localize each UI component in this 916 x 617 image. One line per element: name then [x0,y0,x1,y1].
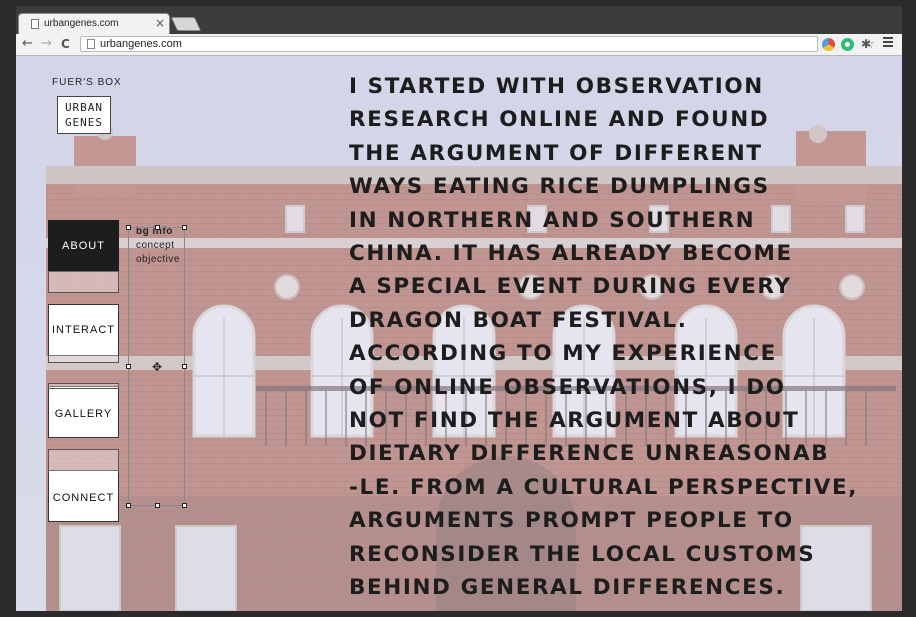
extension-green-icon[interactable] [841,38,854,51]
page-icon [31,19,39,29]
statement-line: WAYS EATING RICE DUMPLINGS [349,174,770,200]
url-text: urbangenes.com [100,38,182,50]
nav-item-label: ABOUT [62,240,105,252]
nav-item-interact[interactable]: INTERACT [48,304,119,363]
browser-toolbar: ← → C urbangenes.com ☆ ✱ [16,34,902,56]
back-arrow-icon[interactable]: ← [22,36,33,52]
menu-hamburger-icon[interactable] [883,37,893,49]
site-caption: FUER'S BOX [52,77,122,88]
statement-line: BEHIND GENERAL DIFFERENCES. [349,575,786,601]
nav-item-gallery[interactable]: GALLERY [48,383,119,438]
statement-line: A SPECIAL EVENT DURING EVERY [349,274,792,300]
resize-handle[interactable] [126,503,131,508]
move-cursor-icon: ✥ [152,360,163,374]
logo-line-1: URBAN [64,101,104,114]
logo-line-2: GENES [64,116,104,129]
page-viewport: FUER'S BOX URBAN GENES ABOUT INTERACT GA… [16,56,902,611]
resize-handle[interactable] [155,503,160,508]
tab-title: urbangenes.com [44,18,119,29]
statement-line: RECONSIDER THE LOCAL CUSTOMS [349,541,816,567]
statement-line: I STARTED WITH OBSERVATION [349,74,764,99]
statement-line: IN NORTHERN AND SOUTHERN [349,207,756,233]
new-tab-button[interactable] [170,17,202,31]
nav-item-label: CONNECT [52,492,115,504]
statement-line: THE ARGUMENT OF DIFFERENT [349,140,763,166]
resize-handle[interactable] [126,225,131,230]
nav-item-connect[interactable]: CONNECT [48,449,119,522]
page-icon [87,39,95,49]
resize-handle[interactable] [182,503,187,508]
address-bar[interactable]: urbangenes.com ☆ [80,36,875,52]
statement-line: DIETARY DIFFERENCE UNREASONAB [349,441,830,467]
site-logo[interactable]: URBAN GENES [57,96,111,134]
box-flap [48,355,119,363]
statement-line: -LE. FROM A CULTURAL PERSPECTIVE, [349,474,859,500]
box-flap [48,271,119,293]
statement-line: RESEARCH ONLINE AND FOUND [349,107,770,133]
statement-line: DRAGON BOAT FESTIVAL. [349,307,688,333]
forward-arrow-icon[interactable]: → [41,36,52,52]
tab-close-icon[interactable]: × [155,16,165,30]
nav-item-label: INTERACT [52,324,115,336]
tab-strip: urbangenes.com × [16,6,902,35]
nav-item-about[interactable]: ABOUT [48,220,119,293]
extensions-puzzle-icon[interactable]: ✱ [861,36,871,52]
statement-line: ARGUMENTS PROMPT PEOPLE TO [349,508,794,534]
statement-line: CHINA. IT HAS ALREADY BECOME [349,241,793,267]
browser-window: urbangenes.com × ← → C urbangenes.com ☆ … [16,6,902,56]
statement-line: NOT FIND THE ARGUMENT ABOUT [349,408,800,434]
statement-line: ACCORDING TO MY EXPERIENCE [349,341,777,367]
statement-line: OF ONLINE OBSERVATIONS, I DO [349,374,786,400]
box-flap [48,449,119,473]
resize-handle[interactable] [126,364,131,369]
about-statement: I STARTED WITH OBSERVATION RESEARCH ONLI… [349,70,869,605]
browser-tab[interactable]: urbangenes.com × [18,13,170,35]
nav-item-label: GALLERY [54,408,113,420]
resize-handle[interactable] [182,364,187,369]
extension-color-icon[interactable] [822,38,835,51]
box-flap [48,383,119,389]
resize-handle[interactable] [182,225,187,230]
reload-icon[interactable]: C [61,36,70,52]
resize-handle[interactable] [155,225,160,230]
